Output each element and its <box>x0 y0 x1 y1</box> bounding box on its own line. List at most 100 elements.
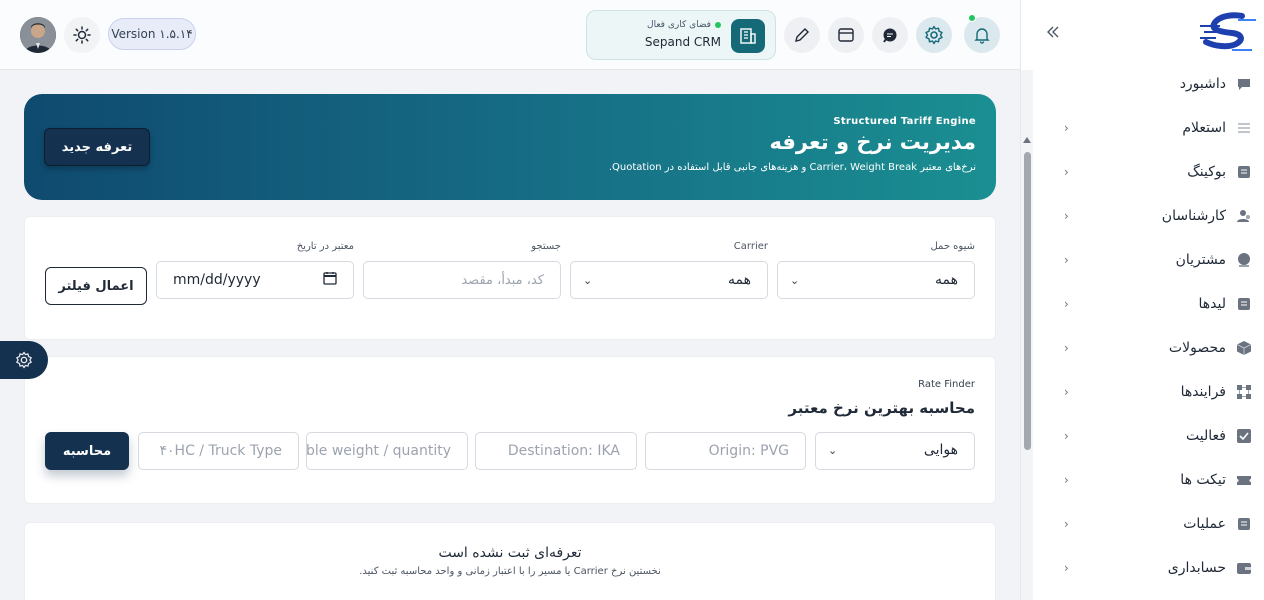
workspace-status-label: فضای کاری فعال <box>647 20 711 30</box>
transport-mode-select[interactable]: هوایی ⌄ <box>815 432 975 470</box>
transport-mode-value: هوایی <box>923 442 958 458</box>
chevron-right-icon: › <box>1064 429 1069 443</box>
origin-placeholder: Origin: PVG <box>708 443 789 459</box>
workspace-status: فضای کاری فعال <box>647 20 721 30</box>
chat-bubble-icon <box>1236 76 1252 92</box>
sidebar-item-label: فعالیت <box>1186 428 1226 444</box>
settings-button[interactable] <box>916 17 952 53</box>
chevron-down-icon: ⌄ <box>583 273 593 287</box>
document-icon <box>1236 296 1252 312</box>
chevron-right-icon: › <box>1064 473 1069 487</box>
menu-lines-icon <box>1236 120 1252 136</box>
chevron-right-icon: › <box>1064 385 1069 399</box>
bell-icon <box>974 28 990 44</box>
sidebar-item-label: تیکت ها <box>1180 472 1226 488</box>
check-square-icon <box>1236 428 1252 444</box>
scroll-up-icon[interactable] <box>1023 137 1031 143</box>
users-icon <box>1236 208 1252 224</box>
sidebar-item-activity[interactable]: › فعالیت <box>1034 414 1264 458</box>
empty-state-subtitle: نخستین نرخ Carrier یا مسیر را با اعتبار … <box>359 566 661 577</box>
sidebar-item-label: داشبورد <box>1179 76 1226 92</box>
status-dot <box>715 22 721 28</box>
messages-button[interactable] <box>872 17 908 53</box>
sidebar-item-label: محصولات <box>1168 340 1226 356</box>
avatar[interactable] <box>20 17 56 53</box>
sidebar-item-label: مشتریان <box>1175 252 1226 268</box>
search-input[interactable]: کد، مبدأ، مقصد <box>363 261 561 299</box>
calculate-button[interactable]: محاسبه <box>45 432 129 470</box>
sidebar-item-tickets[interactable]: › تیکت ها <box>1034 458 1264 502</box>
origin-input[interactable]: Origin: PVG <box>645 432 806 470</box>
search-filter-label: جستجو <box>531 241 561 252</box>
carrier-filter-label: Carrier <box>733 241 768 252</box>
window-icon <box>838 28 854 42</box>
sidebar-item-inquiry[interactable]: › استعلام <box>1034 106 1264 150</box>
chevron-down-icon: ⌄ <box>790 273 800 287</box>
user-icon <box>1236 252 1252 268</box>
collapse-sidebar-button[interactable] <box>1043 22 1063 42</box>
carrier-filter-select[interactable]: همه ⌄ <box>570 261 768 299</box>
sidebar-item-experts[interactable]: › کارشناسان <box>1034 194 1264 238</box>
mode-filter-value: همه <box>935 272 958 288</box>
new-tariff-button[interactable]: تعرفه جدید <box>44 128 150 166</box>
rate-finder-title: محاسبه بهترین نرخ معتبر <box>788 399 975 417</box>
chevron-right-icon: › <box>1064 341 1069 355</box>
rate-finder-card: Rate Finder محاسبه بهترین نرخ معتبر هوای… <box>24 356 996 504</box>
empty-state-title: تعرفه‌ای ثبت نشده است <box>438 545 582 561</box>
gear-icon <box>925 25 943 45</box>
sidebar-item-customers[interactable]: › مشتریان <box>1034 238 1264 282</box>
sidebar-item-accounting[interactable]: › حسابداری <box>1034 546 1264 590</box>
sidebar-item-operations[interactable]: › عملیات <box>1034 502 1264 546</box>
building-icon <box>731 19 765 53</box>
chevron-right-icon: › <box>1064 517 1069 531</box>
page-header-banner: Structured Tariff Engine مدیریت نرخ و تع… <box>24 94 996 200</box>
sidebar-item-dashboard[interactable]: داشبورد <box>1034 62 1264 106</box>
sidebar-nav: داشبورد › استعلام › بوکینگ › کارشناسان ›… <box>1034 62 1264 590</box>
equipment-input[interactable]: ۴۰HC / Truck Type <box>138 432 299 470</box>
filters-card: شیوه حمل همه ⌄ Carrier همه ⌄ جستجو کد، م… <box>24 216 996 340</box>
edit-button[interactable] <box>784 17 820 53</box>
chevron-right-icon: › <box>1064 297 1069 311</box>
date-filter-label: معتبر در تاریخ <box>296 241 354 252</box>
sidebar-item-label: لیدها <box>1198 296 1227 312</box>
notifications-button[interactable] <box>964 17 1000 53</box>
sidebar-item-label: فرایندها <box>1180 384 1226 400</box>
sidebar-item-leads[interactable]: › لیدها <box>1034 282 1264 326</box>
sidebar-item-label: استعلام <box>1182 120 1226 136</box>
sidebar-item-label: حسابداری <box>1167 560 1226 576</box>
process-icon <box>1236 384 1252 400</box>
calendar-icon[interactable] <box>323 271 337 289</box>
apply-filter-button[interactable]: اعمال فیلتر <box>45 267 147 305</box>
sidebar-item-products[interactable]: › محصولات <box>1034 326 1264 370</box>
window-button[interactable] <box>828 17 864 53</box>
mode-filter-select[interactable]: همه ⌄ <box>777 261 975 299</box>
company-logo[interactable] <box>1198 12 1260 54</box>
workspace-switcher[interactable]: فضای کاری فعال Sepand CRM <box>586 10 776 60</box>
sidebar-item-label: عملیات <box>1183 516 1226 532</box>
sidebar: داشبورد › استعلام › بوکینگ › کارشناسان ›… <box>1020 0 1264 600</box>
wallet-icon <box>1236 560 1252 576</box>
page-subtitle: نرخ‌های معتبر Carrier، Weight Break و هز… <box>608 162 976 173</box>
floating-settings-button[interactable] <box>0 341 48 379</box>
sidebar-item-processes[interactable]: › فرایندها <box>1034 370 1264 414</box>
destination-input[interactable]: Destination: IKA <box>475 432 637 470</box>
chevron-right-icon: › <box>1064 561 1069 575</box>
date-value: mm/dd/yyyy <box>173 272 261 288</box>
equipment-placeholder: ۴۰HC / Truck Type <box>159 443 283 459</box>
sidebar-scrollbar[interactable] <box>1021 70 1033 600</box>
notification-dot <box>968 14 976 22</box>
rate-finder-eyebrow: Rate Finder <box>918 379 975 390</box>
date-input[interactable]: mm/dd/yyyy <box>156 261 354 299</box>
weight-input[interactable]: Chargeable weight / quantity <box>306 432 468 470</box>
sidebar-item-label: بوکینگ <box>1187 164 1226 180</box>
page-eyebrow: Structured Tariff Engine <box>833 116 976 127</box>
scrollbar-thumb[interactable] <box>1024 152 1031 450</box>
topbar: Version ۱.۵.۱۴ فضای کاری فعال Sepand CRM <box>0 0 1020 70</box>
tariff-list-card: تعرفه‌ای ثبت نشده است نخستین نرخ Carrier… <box>24 522 996 600</box>
sidebar-item-booking[interactable]: › بوکینگ <box>1034 150 1264 194</box>
edit-icon <box>795 28 809 42</box>
weight-placeholder: Chargeable weight / quantity <box>306 443 451 459</box>
chevron-right-icon: › <box>1064 209 1069 223</box>
chevron-down-icon: ⌄ <box>828 444 838 457</box>
theme-toggle-button[interactable] <box>64 17 100 53</box>
